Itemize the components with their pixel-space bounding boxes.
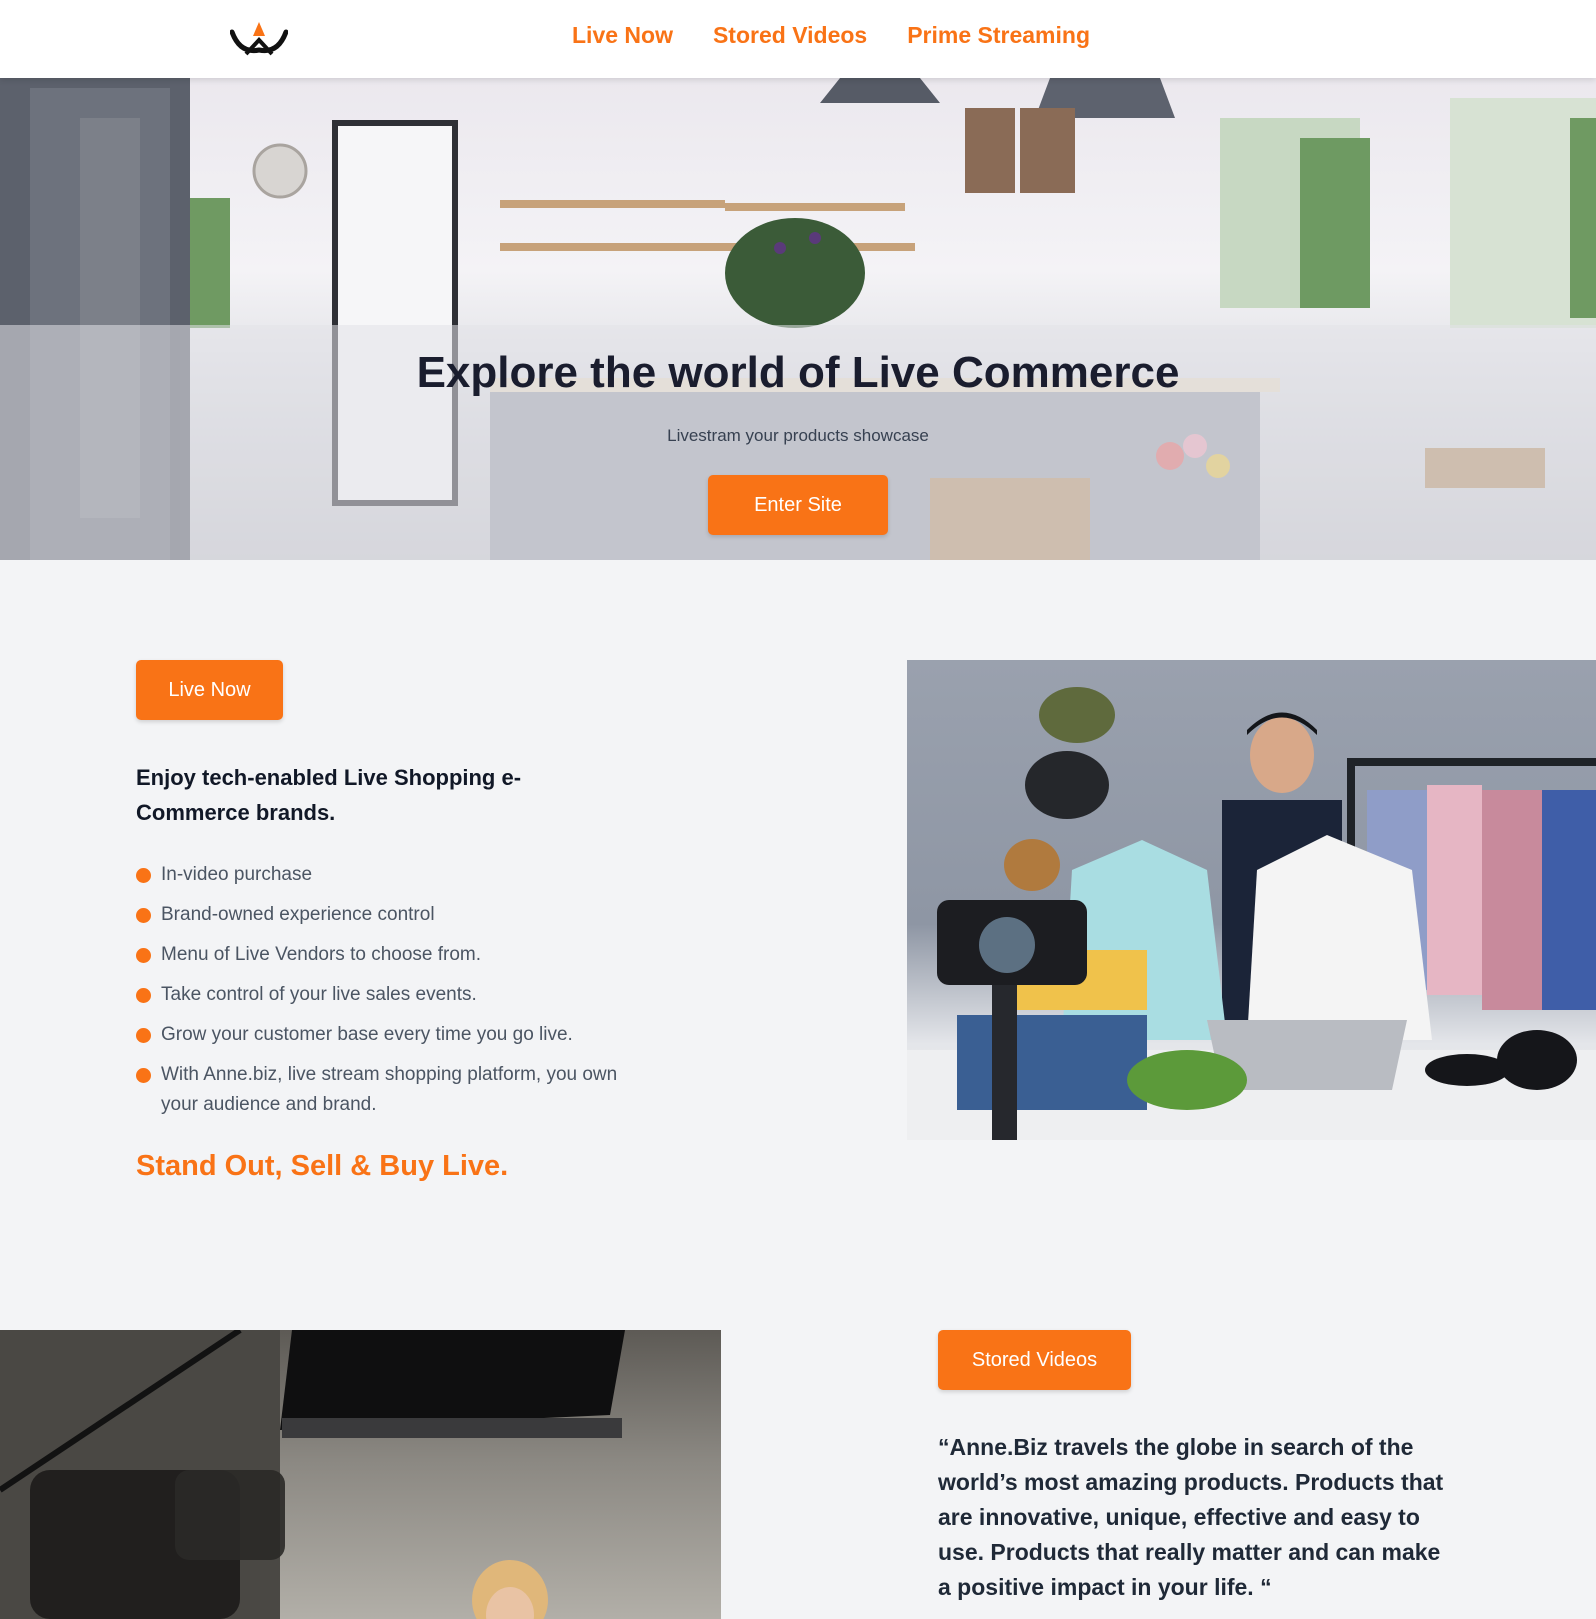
list-item: Menu of Live Vendors to choose from.: [136, 940, 656, 970]
orange-dot-icon: [136, 948, 151, 963]
list-item: With Anne.biz, live stream shopping plat…: [136, 1060, 656, 1120]
studio-illustration: [0, 1330, 625, 1619]
nav-prime-streaming[interactable]: Prime Streaming: [907, 22, 1090, 49]
live-now-button[interactable]: Live Now: [136, 660, 283, 720]
studio-image: [0, 1330, 721, 1619]
list-item: Take control of your live sales events.: [136, 980, 656, 1010]
tagline: Stand Out, Sell & Buy Live.: [136, 1150, 509, 1182]
list-item: Grow your customer base every time you g…: [136, 1020, 656, 1050]
live-seller-image: [907, 660, 1596, 1140]
nav-stored-videos[interactable]: Stored Videos: [713, 22, 867, 49]
orange-dot-icon: [136, 988, 151, 1003]
orange-dot-icon: [136, 868, 151, 883]
enter-site-button[interactable]: Enter Site: [708, 475, 888, 535]
list-item: In-video purchase: [136, 860, 656, 890]
main-nav: Live Now Stored Videos Prime Streaming: [572, 22, 1090, 49]
feature-list: In-video purchase Brand-owned experience…: [136, 860, 656, 1130]
live-seller-illustration: [907, 687, 1596, 1140]
feature-text: Menu of Live Vendors to choose from.: [161, 944, 482, 965]
feature-text: Take control of your live sales events.: [161, 984, 477, 1005]
orange-dot-icon: [136, 908, 151, 923]
site-header: Live Now Stored Videos Prime Streaming: [0, 0, 1596, 78]
brand-quote: “Anne.Biz travels the globe in search of…: [938, 1434, 1444, 1600]
feature-text: Brand-owned experience control: [161, 904, 435, 925]
hero-subtitle: Livestram your products showcase: [667, 426, 929, 445]
feature-text: In-video purchase: [161, 864, 313, 885]
feature-text: With Anne.biz, live stream shopping plat…: [161, 1064, 618, 1115]
hero-banner: Explore the world of Live Commerce Lives…: [0, 78, 1596, 560]
list-item: Brand-owned experience control: [136, 900, 656, 930]
orange-dot-icon: [136, 1068, 151, 1083]
live-section-heading: Enjoy tech-enabled Live Shopping e-Comme…: [136, 765, 522, 825]
nav-live-now[interactable]: Live Now: [572, 22, 673, 49]
feature-text: Grow your customer base every time you g…: [161, 1024, 573, 1045]
orange-dot-icon: [136, 1028, 151, 1043]
stored-videos-button[interactable]: Stored Videos: [938, 1330, 1131, 1390]
crown-logo-icon[interactable]: [230, 20, 288, 56]
hero-title: Explore the world of Live Commerce: [416, 348, 1180, 397]
